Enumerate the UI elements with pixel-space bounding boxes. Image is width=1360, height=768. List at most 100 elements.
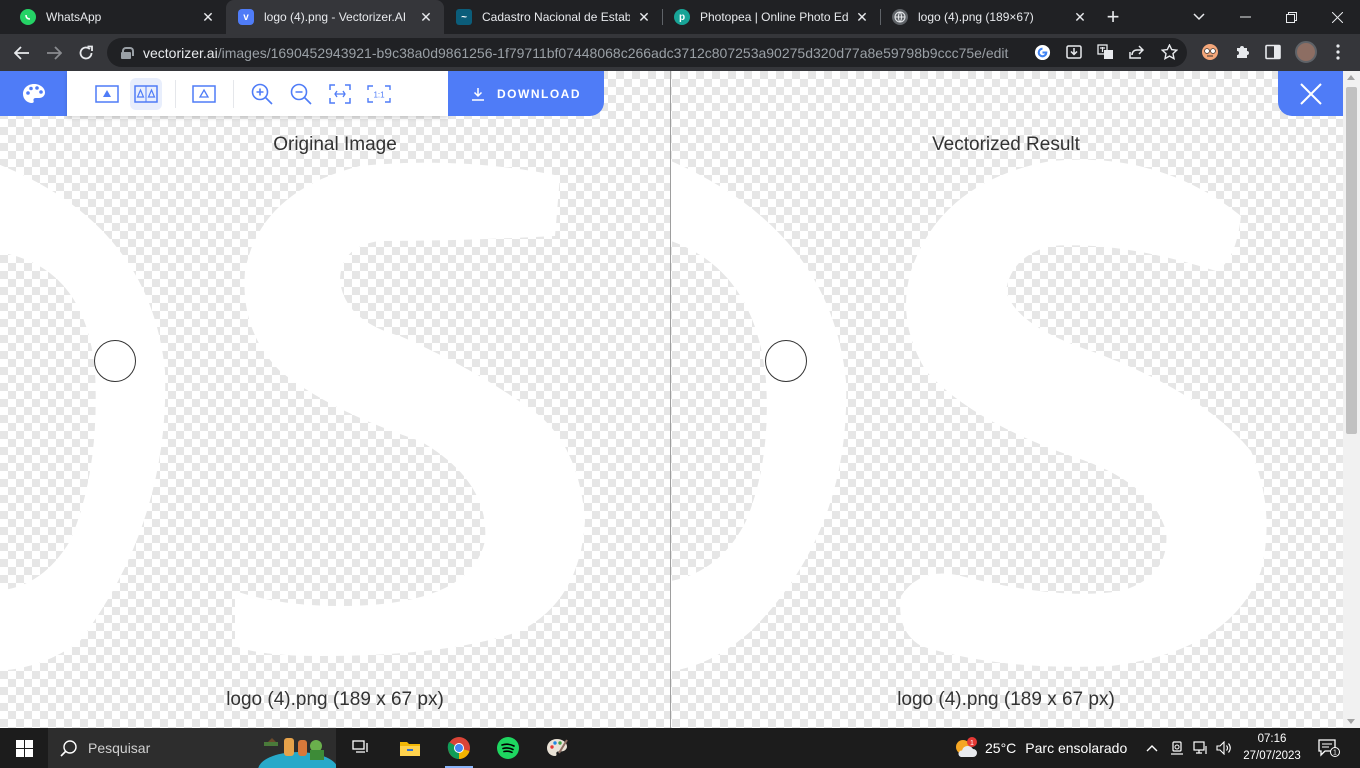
file-explorer-button[interactable] — [386, 728, 434, 768]
clock-time: 07:16 — [1257, 733, 1287, 745]
whatsapp-icon — [20, 9, 36, 25]
side-panel-icon[interactable] — [1264, 43, 1282, 61]
google-lens-icon[interactable] — [1033, 43, 1051, 61]
vertical-scrollbar[interactable] — [1343, 71, 1360, 728]
actual-size-button[interactable]: 1:1 — [363, 78, 395, 110]
paint-taskbar-button[interactable] — [533, 728, 581, 768]
scrollbar-thumb[interactable] — [1346, 87, 1357, 434]
scroll-down-arrow-icon[interactable] — [1347, 719, 1355, 724]
close-editor-button[interactable] — [1278, 71, 1343, 116]
actual-size-icon: 1:1 — [367, 84, 391, 103]
lock-icon[interactable] — [121, 46, 134, 59]
outline-view-icon — [192, 84, 216, 103]
fit-to-screen-button[interactable] — [324, 78, 356, 110]
translate-icon[interactable] — [1096, 43, 1114, 61]
tab-whatsapp[interactable]: WhatsApp ✕ — [8, 0, 226, 34]
close-icon — [1299, 82, 1322, 105]
palette-button[interactable] — [0, 71, 67, 116]
globe-icon — [892, 9, 908, 25]
svg-text:1:1: 1:1 — [373, 90, 385, 99]
start-button[interactable] — [0, 728, 48, 768]
single-view-button[interactable] — [91, 78, 123, 110]
menu-kebab-icon[interactable] — [1329, 43, 1347, 61]
vectorized-result-title: Vectorized Result — [932, 134, 1080, 155]
url-host: vectorizer.ai — [143, 44, 218, 61]
new-tab-button[interactable]: + — [1101, 4, 1125, 29]
split-divider[interactable] — [670, 71, 671, 728]
restore-icon[interactable] — [1268, 0, 1314, 34]
download-button[interactable]: DOWNLOAD — [448, 71, 604, 116]
view-tools: 1:1 — [67, 71, 448, 116]
close-tab-icon[interactable]: ✕ — [200, 9, 216, 25]
download-icon — [472, 87, 484, 101]
notifications-button[interactable]: 1 — [1318, 739, 1340, 757]
magnifier-cursor-ring — [94, 340, 136, 382]
taskbar-search-box[interactable]: Pesquisar — [48, 728, 336, 768]
chrome-icon — [447, 737, 470, 759]
onedrive-meet-icon[interactable] — [1168, 739, 1186, 757]
search-placeholder: Pesquisar — [88, 740, 151, 756]
extensions-puzzle-icon[interactable] — [1233, 43, 1251, 61]
close-tab-icon[interactable]: ✕ — [418, 9, 434, 25]
side-by-side-view-button[interactable] — [130, 77, 162, 110]
system-clock[interactable]: 07:16 27/07/2023 — [1240, 731, 1304, 765]
network-icon[interactable] — [1192, 739, 1210, 757]
paint-palette-icon — [547, 739, 568, 756]
url-path: /images/1690452943921-b9c38a0d9861256-1f… — [217, 44, 1009, 61]
close-tab-icon[interactable]: ✕ — [1072, 9, 1088, 25]
original-image-canvas[interactable] — [0, 71, 670, 728]
vectorizer-icon: v — [238, 9, 254, 25]
extension-face-icon[interactable] — [1201, 43, 1219, 61]
zoom-in-icon — [251, 83, 273, 105]
tab-title: logo (4).png (189×67) — [918, 10, 1034, 24]
side-by-side-icon — [134, 84, 158, 103]
install-app-icon[interactable] — [1065, 43, 1083, 61]
zoom-out-button[interactable] — [285, 78, 317, 110]
palette-icon — [22, 83, 45, 103]
bookmark-star-icon[interactable] — [1160, 43, 1178, 61]
windows-logo-icon — [15, 739, 33, 757]
volume-icon[interactable] — [1215, 739, 1233, 757]
notification-icon: 1 — [1318, 739, 1340, 757]
notification-count: 1 — [1333, 750, 1337, 757]
forward-arrow-icon[interactable] — [40, 39, 68, 67]
tab-photopea[interactable]: p Photopea | Online Photo Edit ✕ — [662, 0, 880, 34]
magnifier-cursor-ring — [765, 340, 807, 382]
weather-widget[interactable]: 1 25°C Parc ensolarado — [953, 728, 1127, 768]
task-view-button[interactable] — [337, 728, 385, 768]
browser-toolbar: vectorizer.ai/images/1690452943921-b9c38… — [0, 34, 1360, 71]
vector-outline-view-button[interactable] — [188, 78, 220, 110]
tab-title: Photopea | Online Photo Edit — [700, 10, 848, 24]
close-window-icon[interactable] — [1314, 0, 1360, 34]
tab-search-chevron-icon[interactable] — [1176, 0, 1222, 34]
original-image-caption: logo (4).png (189 x 67 px) — [226, 689, 444, 710]
toolbar-separator — [233, 79, 234, 108]
profile-avatar[interactable] — [1295, 41, 1317, 63]
zoom-in-button[interactable] — [246, 78, 278, 110]
address-bar[interactable]: vectorizer.ai/images/1690452943921-b9c38… — [107, 38, 1187, 67]
toolbar-separator — [175, 79, 176, 108]
vectorized-result-canvas[interactable] — [671, 71, 1341, 728]
folder-icon — [400, 742, 420, 756]
show-hidden-icons-chevron-icon[interactable] — [1143, 739, 1161, 757]
fit-screen-icon — [329, 83, 351, 104]
tab-vectorizer[interactable]: v logo (4).png - Vectorizer.AI ✕ — [226, 0, 444, 34]
original-image-title: Original Image — [273, 134, 397, 155]
reload-icon[interactable] — [72, 39, 100, 67]
weather-temperature: 25°C — [985, 740, 1017, 756]
editor-toolbar: 1:1 DOWNLOAD — [0, 71, 604, 116]
close-tab-icon[interactable]: ✕ — [854, 9, 870, 25]
spotify-taskbar-button[interactable] — [484, 728, 532, 768]
share-icon[interactable] — [1128, 43, 1146, 61]
scroll-up-arrow-icon[interactable] — [1347, 75, 1355, 80]
minimize-icon[interactable] — [1222, 0, 1268, 34]
vectorizer-editor: Original Image Vectorized Result logo (4… — [0, 71, 1360, 728]
tab-logo-image[interactable]: logo (4).png (189×67) ✕ — [880, 0, 1098, 34]
vectorized-result-caption: logo (4).png (189 x 67 px) — [897, 689, 1115, 710]
tab-cadastro[interactable]: ~ Cadastro Nacional de Estabe ✕ — [444, 0, 662, 34]
close-tab-icon[interactable]: ✕ — [636, 9, 652, 25]
chrome-taskbar-button[interactable] — [435, 728, 483, 768]
zoom-out-icon — [290, 83, 312, 105]
back-arrow-icon[interactable] — [8, 39, 36, 67]
spotify-icon — [497, 737, 519, 759]
